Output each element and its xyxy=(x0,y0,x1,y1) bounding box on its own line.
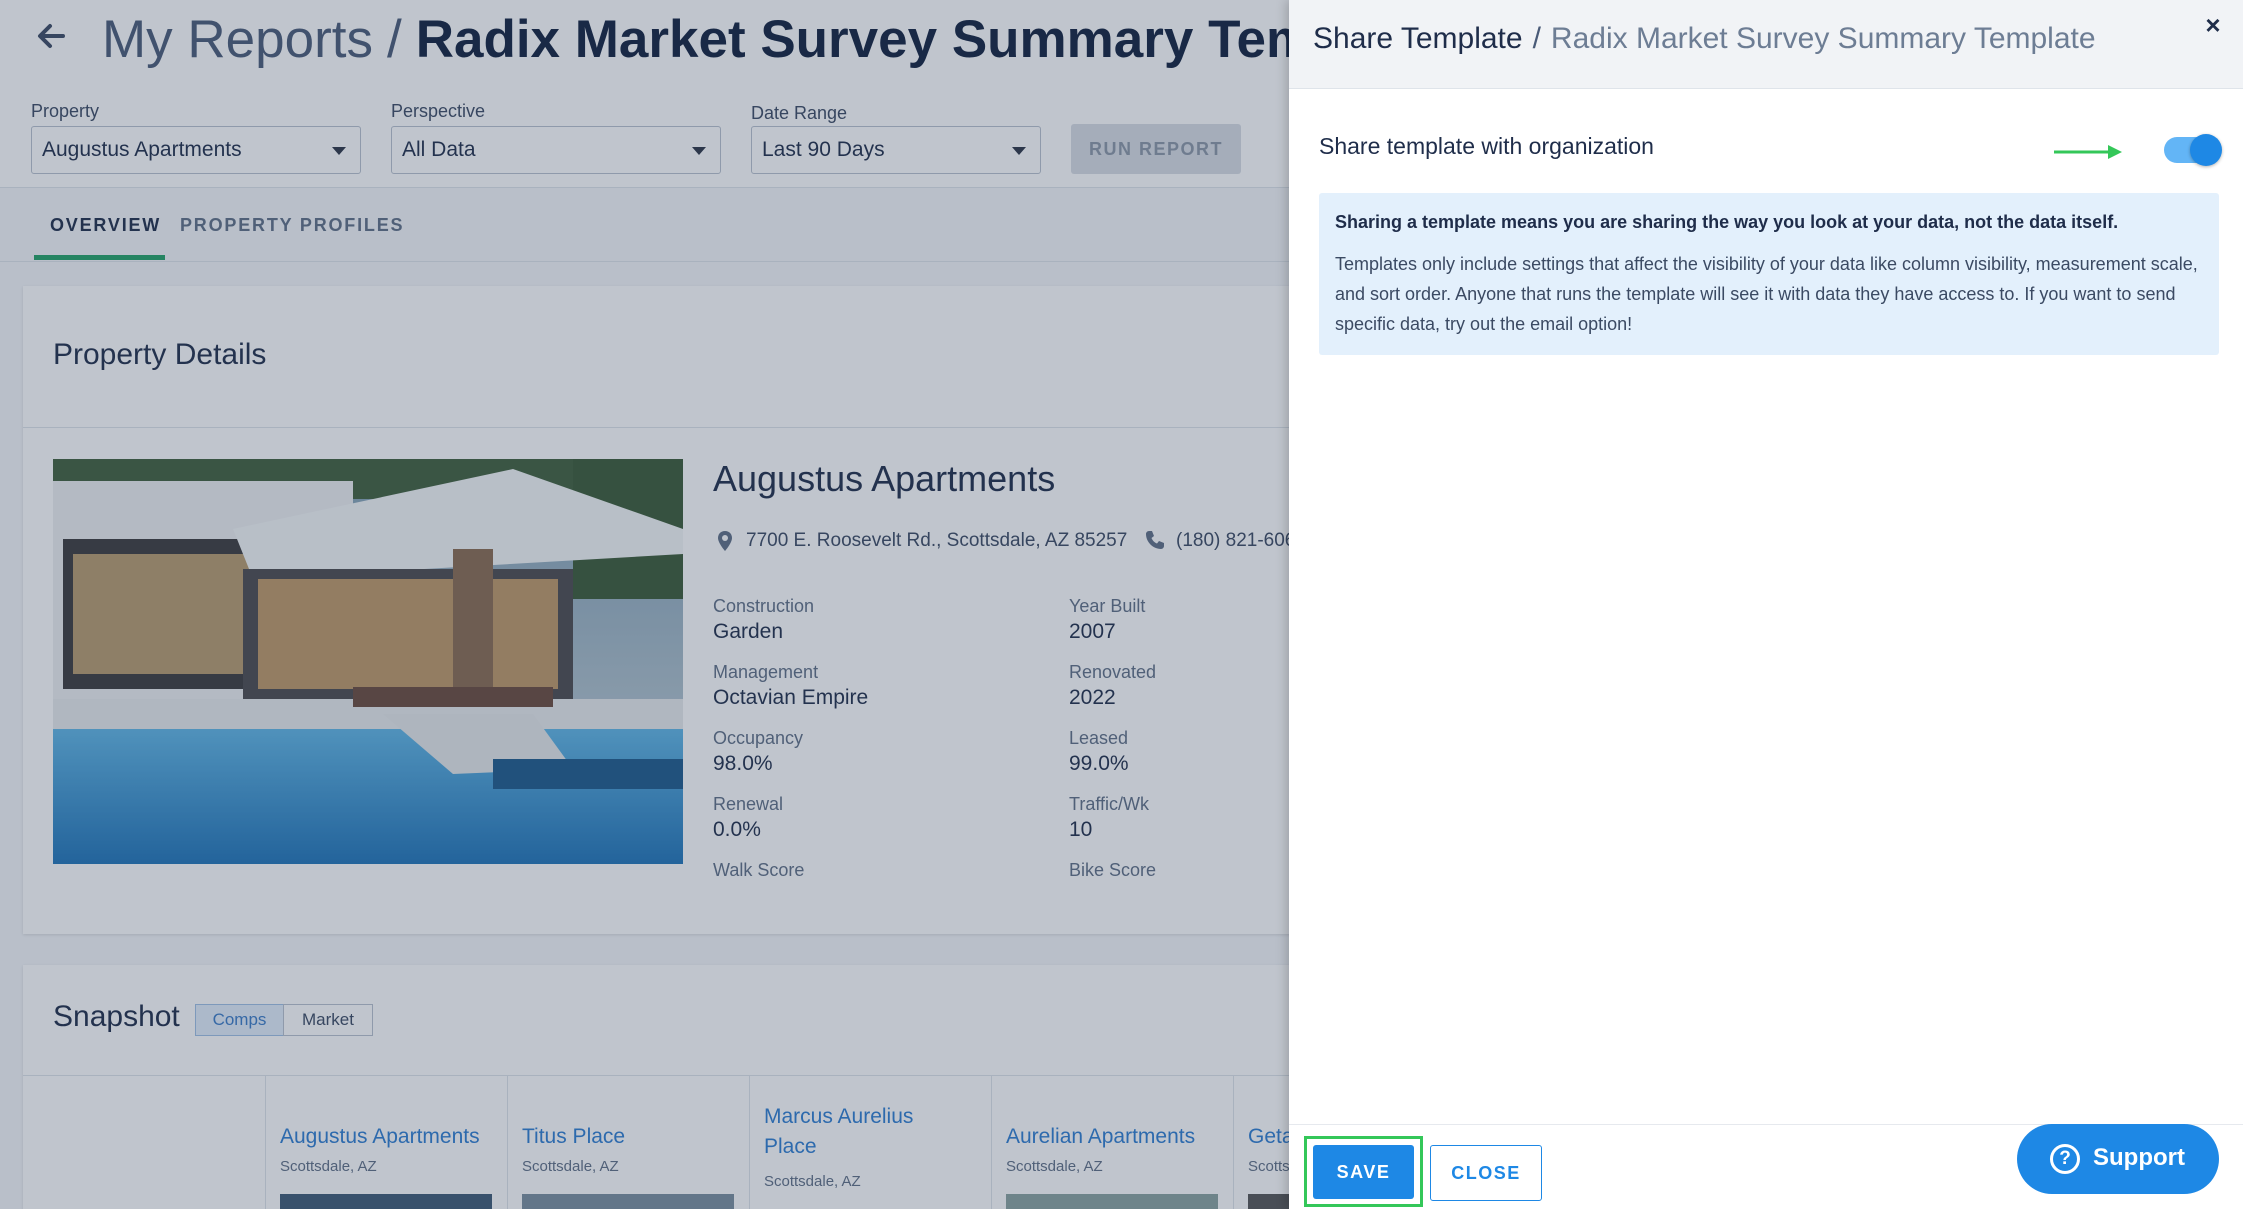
drawer-title-template-name: Radix Market Survey Summary Template xyxy=(1550,22,2096,55)
share-with-org-toggle[interactable] xyxy=(2164,134,2222,166)
report-page: My Reports / Radix Market Survey Summary T… xyxy=(0,0,1290,1209)
share-info-headline: Sharing a template means you are sharing… xyxy=(1335,212,2119,232)
close-button[interactable]: CLOSE xyxy=(1430,1145,1542,1201)
save-button[interactable]: SAVE xyxy=(1313,1145,1414,1199)
close-icon[interactable]: × xyxy=(2200,12,2226,38)
drawer-title: Share Template / Radix Market Survey Summa… xyxy=(1313,22,2096,56)
modal-scrim[interactable] xyxy=(0,0,1290,1209)
drawer-title-main: Share Template xyxy=(1313,22,1523,55)
drawer-header: Share Template / Radix Market Survey Summa… xyxy=(1289,0,2243,89)
help-circle-icon: ? xyxy=(2050,1144,2080,1174)
share-info-box: Sharing a template means you are sharing… xyxy=(1319,193,2219,355)
share-with-org-label: Share template with organization xyxy=(1319,133,1654,159)
support-button[interactable]: ? Support xyxy=(2017,1124,2219,1194)
share-template-drawer: Share Template / Radix Market Survey Summa… xyxy=(1289,0,2243,1209)
toggle-knob xyxy=(2190,134,2222,166)
annotation-arrow-icon xyxy=(2054,145,2122,159)
support-label: Support xyxy=(2093,1144,2185,1171)
share-info-body: Templates only include settings that aff… xyxy=(1335,254,2198,334)
drawer-title-separator: / xyxy=(1532,22,1541,55)
